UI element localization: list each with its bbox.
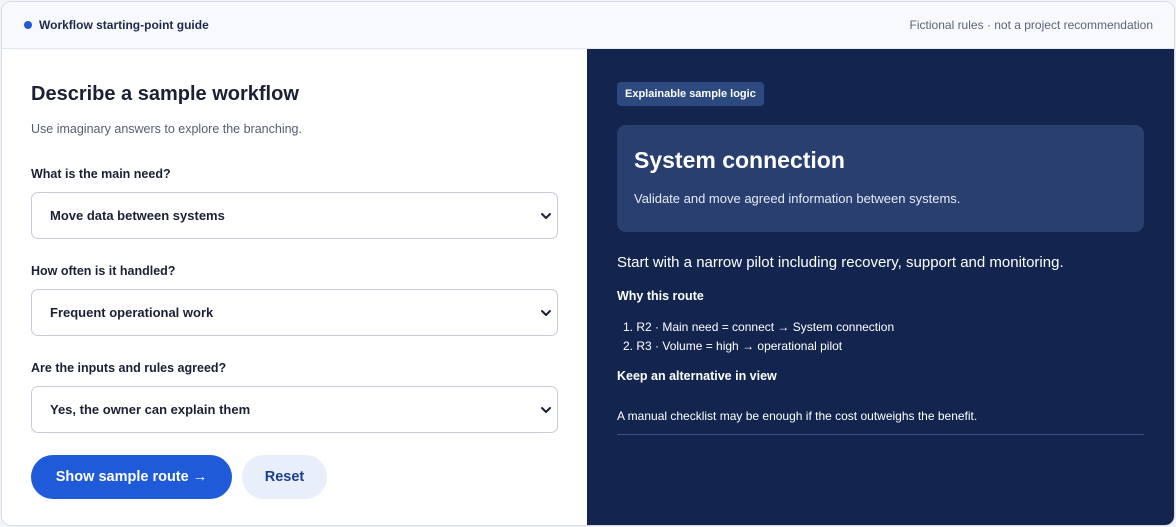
main-need-select[interactable]: Move data between systems: [31, 192, 558, 239]
chevron-down-icon: [541, 407, 551, 413]
main-need-value: Move data between systems: [50, 208, 225, 223]
reasons-list: 1. R2 · Main need = connect → System con…: [617, 318, 1144, 356]
show-sample-route-button[interactable]: Show sample route →: [31, 455, 232, 499]
form-actions: Show sample route → Reset: [31, 455, 558, 499]
alternative-text: A manual checklist may be enough if the …: [617, 409, 1144, 435]
chevron-down-icon: [541, 310, 551, 316]
question-frequency-label: How often is it handled?: [31, 264, 176, 278]
rules-agreed-select[interactable]: Yes, the owner can explain them: [31, 386, 558, 433]
brand-title: Workflow starting-point guide: [39, 18, 209, 32]
why-heading: Why this route: [617, 289, 704, 303]
form-subtitle: Use imaginary answers to explore the bra…: [31, 122, 302, 136]
app-window: Workflow starting-point guide Fictional …: [1, 1, 1175, 526]
frequency-select[interactable]: Frequent operational work: [31, 289, 558, 336]
main-content: Describe a sample workflow Use imaginary…: [2, 49, 1174, 525]
frequency-value: Frequent operational work: [50, 305, 214, 320]
list-item: 1. R2 · Main need = connect → System con…: [623, 320, 895, 334]
list-item: 2. R3 · Volume = high → operational pilo…: [623, 339, 843, 353]
brand: Workflow starting-point guide: [24, 18, 209, 32]
alternative-heading: Keep an alternative in view: [617, 369, 777, 383]
route-title: System connection: [634, 147, 845, 173]
form-panel: Describe a sample workflow Use imaginary…: [2, 49, 587, 525]
logic-badge: Explainable sample logic: [617, 82, 764, 106]
reset-button[interactable]: Reset: [242, 455, 327, 499]
brand-dot-icon: [24, 21, 32, 29]
disclaimer-note: Fictional rules · not a project recommen…: [909, 18, 1153, 32]
result-panel: Explainable sample logic System connecti…: [587, 49, 1174, 525]
rules-agreed-value: Yes, the owner can explain them: [50, 402, 251, 417]
route-lead: Start with a narrow pilot including reco…: [617, 254, 1064, 271]
chevron-down-icon: [541, 213, 551, 219]
top-bar: Workflow starting-point guide Fictional …: [2, 2, 1174, 49]
route-card: System connection Validate and move agre…: [617, 125, 1144, 232]
route-description: Validate and move agreed information bet…: [634, 191, 961, 206]
question-rules-label: Are the inputs and rules agreed?: [31, 361, 227, 375]
question-main-need-label: What is the main need?: [31, 167, 171, 181]
form-title: Describe a sample workflow: [31, 83, 299, 105]
